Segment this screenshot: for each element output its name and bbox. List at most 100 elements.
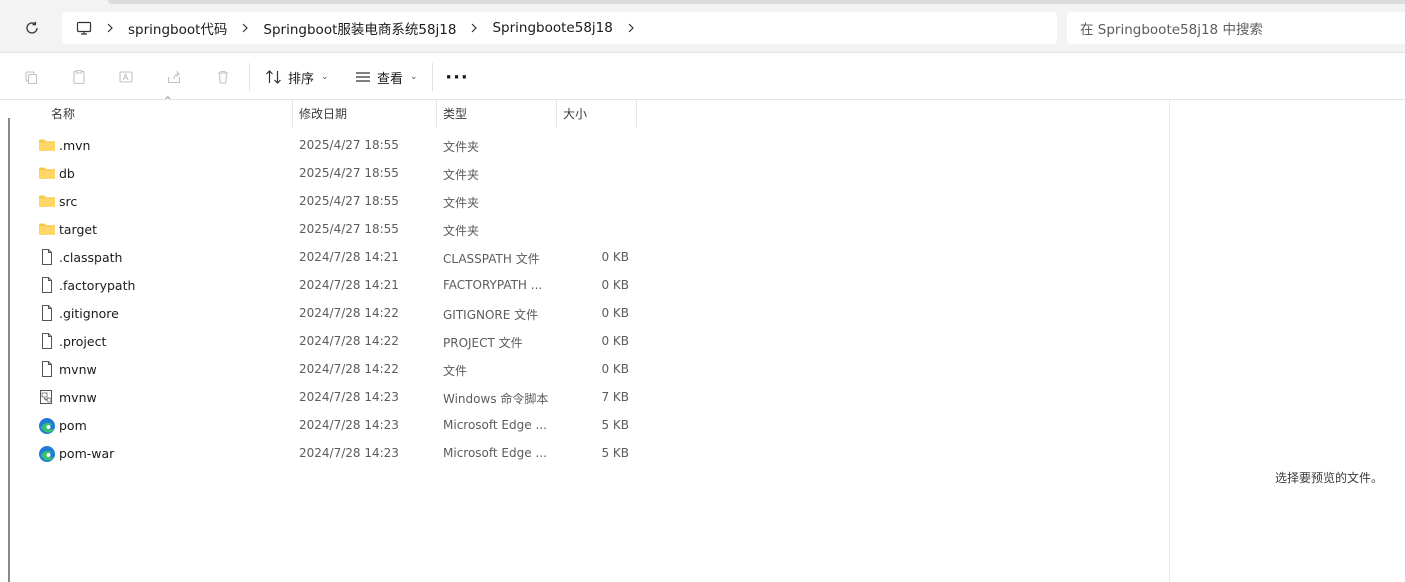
breadcrumb-item-3[interactable]: Springboote58j18	[486, 20, 618, 36]
refresh-icon	[26, 21, 38, 34]
file-date: 2025/4/27 18:55	[299, 138, 399, 152]
view-icon	[356, 72, 370, 82]
chevron-right-icon[interactable]	[619, 23, 643, 33]
file-name: .factorypath	[59, 278, 136, 293]
file-type: Windows 命令脚本	[443, 392, 549, 406]
sort-icon	[266, 70, 281, 84]
chevron-down-icon: ⌄	[321, 72, 329, 82]
file-list: .mvn 2025/4/27 18:55 文件夹 db 2025/4/27 18:55 文…	[30, 131, 640, 467]
paste-icon[interactable]	[68, 66, 90, 88]
file-type: CLASSPATH 文件	[443, 252, 540, 266]
table-row[interactable]: db 2025/4/27 18:55 文件夹	[30, 159, 640, 187]
file-date: 2025/4/27 18:55	[299, 194, 399, 208]
file-size: 0 KB	[601, 362, 629, 376]
breadcrumb[interactable]: springboot代码 Springboot服装电商系统58j18 Sprin…	[62, 12, 1057, 44]
file-name: .gitignore	[59, 306, 119, 321]
sort-button[interactable]: 排序 ⌄	[265, 64, 329, 90]
file-date: 2024/7/28 14:22	[299, 362, 399, 376]
file-date: 2024/7/28 14:22	[299, 334, 399, 348]
search-input[interactable]: 在 Springboote58j18 中搜索	[1067, 12, 1405, 44]
view-label: 查看	[377, 71, 404, 87]
file-name: .mvn	[59, 138, 91, 153]
file-size: 7 KB	[601, 390, 629, 404]
file-type: 文件夹	[443, 196, 480, 210]
table-row[interactable]: mvnw 2024/7/28 14:22 文件 0 KB	[30, 355, 640, 383]
breadcrumb-item-1[interactable]: springboot代码	[122, 18, 233, 38]
file-size: 0 KB	[601, 334, 629, 348]
file-name: db	[59, 166, 75, 181]
table-row[interactable]: .mvn 2025/4/27 18:55 文件夹	[30, 131, 640, 159]
column-header-size[interactable]: 大小	[557, 100, 636, 127]
file-type: FACTORYPATH ...	[443, 278, 543, 292]
file-date: 2025/4/27 18:55	[299, 222, 399, 236]
file-size: 0 KB	[601, 278, 629, 292]
table-row[interactable]: .factorypath 2024/7/28 14:21 FACTORYPATH .…	[30, 271, 640, 299]
file-type: 文件夹	[443, 224, 480, 238]
share-icon[interactable]	[163, 66, 185, 88]
file-type: GITIGNORE 文件	[443, 308, 539, 322]
chevron-right-icon[interactable]	[98, 23, 122, 33]
table-row[interactable]: .gitignore 2024/7/28 14:22 GITIGNORE 文件 0 K…	[30, 299, 640, 327]
folder-icon	[38, 165, 56, 181]
chevron-right-icon[interactable]	[233, 23, 257, 33]
table-row[interactable]: src 2025/4/27 18:55 文件夹	[30, 187, 640, 215]
script-icon	[38, 389, 56, 405]
file-size: 5 KB	[601, 446, 629, 460]
file-date: 2024/7/28 14:22	[299, 306, 399, 320]
tab-strip-edge	[108, 0, 1405, 4]
table-row[interactable]: .classpath 2024/7/28 14:21 CLASSPATH 文件 0 K…	[30, 243, 640, 271]
column-header-name[interactable]: 名称	[45, 100, 292, 127]
file-date: 2024/7/28 14:23	[299, 446, 399, 460]
table-row[interactable]: pom-war 2024/7/28 14:23 Microsoft Edge ...…	[30, 439, 640, 467]
file-date: 2024/7/28 14:21	[299, 250, 399, 264]
table-row[interactable]: target 2025/4/27 18:55 文件夹	[30, 215, 640, 243]
file-date: 2024/7/28 14:23	[299, 390, 399, 404]
file-name: mvnw	[59, 362, 97, 377]
file-date: 2024/7/28 14:23	[299, 418, 399, 432]
address-bar-row: springboot代码 Springboot服装电商系统58j18 Sprin…	[0, 0, 1405, 53]
file-icon	[38, 333, 56, 349]
file-name: pom	[59, 418, 87, 433]
file-name: src	[59, 194, 78, 209]
table-row[interactable]: pom 2024/7/28 14:23 Microsoft Edge ... 5 KB	[30, 411, 640, 439]
toolbar-separator	[249, 63, 250, 91]
table-row[interactable]: mvnw 2024/7/28 14:23 Windows 命令脚本 7 KB	[30, 383, 640, 411]
chevron-right-icon[interactable]	[462, 23, 486, 33]
file-name: .classpath	[59, 250, 123, 265]
computer-icon[interactable]	[70, 20, 98, 36]
delete-icon[interactable]	[212, 66, 234, 88]
edge-icon	[38, 417, 56, 434]
view-button[interactable]: 查看 ⌄	[354, 64, 418, 90]
rename-icon[interactable]	[115, 66, 137, 88]
file-size: 5 KB	[601, 418, 629, 432]
folder-icon	[38, 221, 56, 237]
column-header-type[interactable]: 类型	[437, 100, 556, 127]
file-type: Microsoft Edge ...	[443, 446, 547, 460]
folder-icon	[38, 137, 56, 153]
edge-icon	[38, 445, 56, 462]
file-type: 文件	[443, 364, 468, 378]
column-divider[interactable]	[636, 100, 637, 127]
file-name: target	[59, 222, 98, 237]
refresh-button[interactable]	[20, 16, 44, 40]
file-date: 2025/4/27 18:55	[299, 166, 399, 180]
command-bar: 排序 ⌄ 查看 ⌄ ···	[0, 53, 1405, 100]
more-options-button[interactable]: ···	[445, 64, 468, 90]
cut-icon[interactable]	[20, 66, 42, 88]
file-type: 文件夹	[443, 168, 480, 182]
breadcrumb-item-2[interactable]: Springboot服装电商系统58j18	[257, 18, 462, 38]
file-icon	[38, 277, 56, 293]
toolbar-separator	[432, 63, 433, 91]
file-name: mvnw	[59, 390, 97, 405]
file-name: .project	[59, 334, 107, 349]
file-type: PROJECT 文件	[443, 336, 523, 350]
sort-label: 排序	[288, 71, 315, 87]
file-name: pom-war	[59, 446, 115, 461]
preview-pane-divider[interactable]	[1169, 100, 1170, 582]
table-row[interactable]: .project 2024/7/28 14:22 PROJECT 文件 0 KB	[30, 327, 640, 355]
column-header-date[interactable]: 修改日期	[293, 100, 436, 127]
navigation-pane-edge	[8, 118, 10, 582]
chevron-down-icon: ⌄	[410, 72, 418, 82]
file-size: 0 KB	[601, 306, 629, 320]
file-size: 0 KB	[601, 250, 629, 264]
